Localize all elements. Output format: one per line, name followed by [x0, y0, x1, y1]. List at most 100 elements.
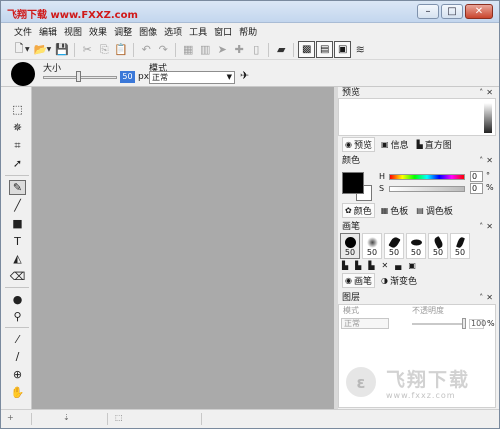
antialias-icon[interactable]: ✈ — [240, 69, 254, 83]
opacity-slider-thumb[interactable] — [462, 318, 466, 329]
brushes-panel-title: 画笔 — [342, 222, 361, 232]
status-divider — [31, 413, 32, 425]
tab-gradients[interactable]: ◑ 渐变色 — [379, 274, 419, 287]
undo-icon[interactable]: ↶ — [138, 42, 154, 58]
hue-input[interactable]: 0 — [470, 171, 483, 182]
opacity-input[interactable]: 100 — [469, 319, 486, 329]
texture-icon[interactable]: ▤ — [316, 41, 334, 58]
panel-controls[interactable]: ˄✕ — [479, 155, 496, 167]
soft-round-brush-icon — [367, 237, 378, 248]
tab-palette[interactable]: ▤ 调色板 — [414, 204, 455, 217]
image-mode-icon[interactable]: ▣ — [334, 41, 352, 58]
layer-mode-select[interactable]: 正常 — [341, 318, 389, 329]
brush-icon[interactable]: ✎ — [9, 180, 26, 195]
pattern-icon[interactable]: ▩ — [298, 41, 316, 58]
zoom-gradient-bar[interactable] — [484, 103, 492, 133]
tab-swatches[interactable]: ▦ 色板 — [379, 204, 411, 217]
zoom-icon[interactable]: ⊕ — [9, 367, 26, 382]
brush-preset[interactable]: 50 — [450, 233, 470, 259]
saturation-label: S — [379, 184, 385, 193]
save-brush-icon[interactable]: ▣ — [408, 261, 416, 271]
opacity-slider[interactable] — [412, 323, 464, 325]
menu-edit[interactable]: 编辑 — [36, 23, 60, 40]
menu-image[interactable]: 图像 — [136, 23, 160, 40]
hue-unit: ° — [486, 171, 490, 180]
load-brush-icon[interactable]: ▄ — [395, 261, 401, 271]
brush-preset[interactable]: 50 — [362, 233, 382, 259]
crop-icon[interactable]: ⌗ — [9, 138, 26, 153]
edit-brush-icon[interactable]: ▙ — [368, 261, 374, 271]
rectangle-select-icon[interactable]: ⬚ — [9, 102, 26, 117]
cut-icon[interactable]: ✂ — [79, 42, 95, 58]
copy-icon[interactable]: ⎘ — [96, 42, 112, 58]
blur-drop-icon[interactable]: ● — [9, 292, 26, 307]
save-icon[interactable]: 💾 — [54, 42, 70, 58]
rectangle-shape-icon[interactable]: ■ — [9, 216, 26, 231]
brush-presets: 50 50 50 50 50 50 — [340, 233, 470, 259]
grid-icon[interactable]: ▦ — [180, 42, 196, 58]
paint-bucket-icon[interactable]: ◭ — [9, 251, 26, 266]
pointer-icon[interactable]: ➤ — [214, 42, 230, 58]
canvas-area[interactable] — [32, 87, 334, 409]
panel-controls[interactable]: ˄✕ — [479, 221, 496, 233]
duplicate-brush-icon[interactable]: ▙ — [355, 261, 361, 271]
tab-color[interactable]: ✿ 颜色 — [342, 202, 375, 218]
size-input[interactable]: 50 — [120, 71, 135, 83]
hand-icon[interactable]: ✋ — [9, 385, 26, 400]
toolbar-divider — [133, 42, 135, 57]
menu-view[interactable]: 视图 — [61, 23, 85, 40]
panel-controls[interactable]: ˄✕ — [479, 292, 496, 304]
layers-stack-icon[interactable]: ≋ — [352, 42, 368, 58]
mode-select[interactable]: 正常 ▼ — [149, 71, 235, 84]
text-icon[interactable]: T — [9, 234, 26, 249]
brush-tab-icon: ◉ — [345, 275, 352, 285]
tab-histogram[interactable]: ▙ 直方图 — [415, 138, 454, 151]
navigator-view[interactable] — [338, 98, 496, 136]
tab-preview[interactable]: ◉ 预览 — [342, 136, 375, 152]
tab-info[interactable]: ▣ 信息 — [379, 138, 411, 151]
plugin-icon[interactable]: ✚ — [231, 42, 247, 58]
redo-icon[interactable]: ↷ — [155, 42, 171, 58]
eyedropper-icon[interactable]: ⁄ — [9, 332, 26, 347]
minimize-button[interactable]: – — [417, 4, 439, 19]
saturation-input[interactable]: 0 — [470, 183, 483, 194]
chevron-down-icon[interactable]: ▼ — [25, 46, 30, 53]
brush-preset[interactable]: 50 — [340, 233, 360, 259]
opacity-unit: % — [487, 319, 495, 328]
brushes-panel-header: 画笔 ˄✕ — [338, 221, 499, 233]
mobile-icon[interactable]: ▯ — [248, 42, 264, 58]
eraser-icon[interactable]: ⌫ — [9, 269, 26, 284]
saturation-unit: % — [486, 183, 494, 192]
brush-preset[interactable]: 50 — [384, 233, 404, 259]
line-icon[interactable]: ╱ — [9, 198, 26, 213]
new-brush-icon[interactable]: ▙ — [342, 261, 348, 271]
move-icon[interactable]: ➚ — [9, 156, 26, 171]
foreground-color-swatch[interactable] — [342, 172, 364, 194]
dodge-icon[interactable]: ⚲ — [9, 309, 26, 324]
menu-options[interactable]: 选项 — [161, 23, 185, 40]
clone-icon[interactable]: ∕ — [9, 349, 26, 364]
paste-icon[interactable]: 📋 — [113, 42, 129, 58]
title-bar[interactable]: 飞翔下载 www.FXXZ.com – □ ✕ — [1, 1, 499, 23]
hue-label: H — [379, 172, 386, 181]
menu-effects[interactable]: 效果 — [86, 23, 110, 40]
menu-file[interactable]: 文件 — [11, 23, 35, 40]
menu-adjust[interactable]: 调整 — [111, 23, 135, 40]
delete-brush-icon[interactable]: ✕ — [381, 261, 388, 271]
menu-window[interactable]: 窗口 — [211, 23, 235, 40]
close-button[interactable]: ✕ — [465, 4, 493, 19]
size-slider-thumb[interactable] — [76, 71, 81, 82]
tab-brushes[interactable]: ◉ 画笔 — [342, 272, 375, 288]
saturation-slider[interactable] — [389, 186, 465, 192]
brush-preset[interactable]: 50 — [428, 233, 448, 259]
gallery-icon[interactable]: ▰ — [273, 42, 289, 58]
brush-preset[interactable]: 50 — [406, 233, 426, 259]
hue-slider[interactable] — [389, 174, 465, 180]
menu-tools[interactable]: 工具 — [186, 23, 210, 40]
maximize-button[interactable]: □ — [441, 4, 463, 19]
menu-help[interactable]: 帮助 — [236, 23, 260, 40]
align-icon[interactable]: ▥ — [197, 42, 213, 58]
chevron-down-icon[interactable]: ▼ — [47, 46, 52, 53]
status-divider — [201, 413, 202, 425]
magic-wand-icon[interactable]: ✵ — [9, 120, 26, 135]
